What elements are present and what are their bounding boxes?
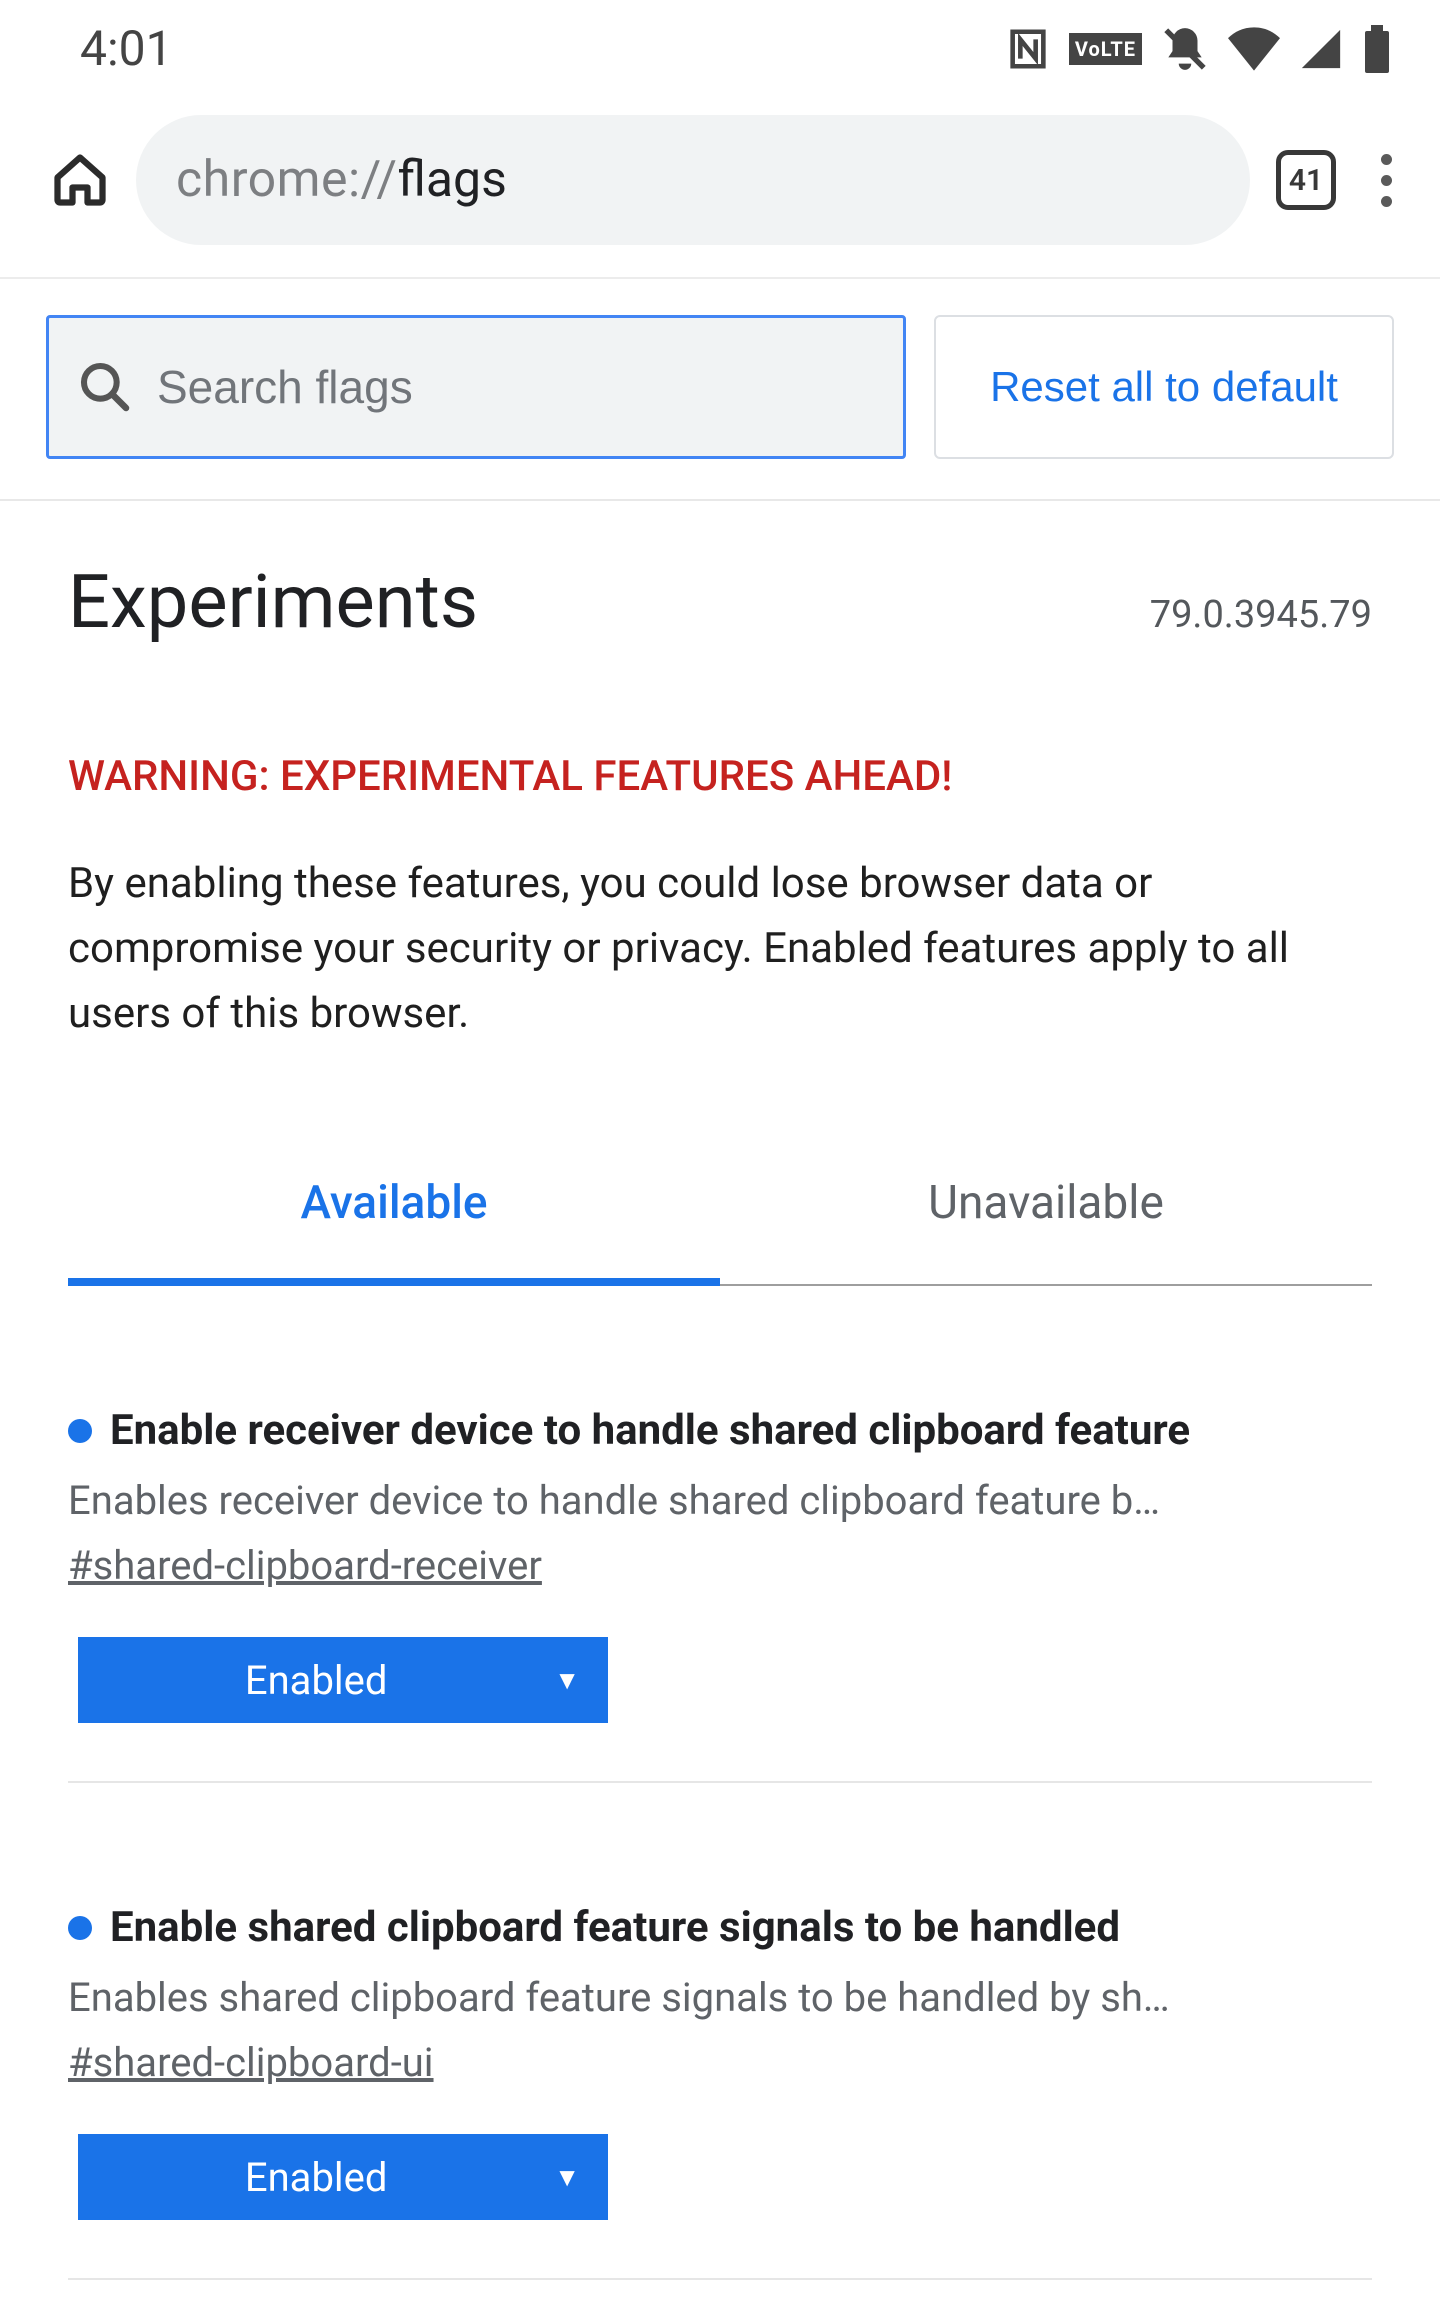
flag-description: Enables receiver device to handle shared…: [68, 1477, 1372, 1524]
tab-unavailable[interactable]: Unavailable: [720, 1176, 1372, 1284]
search-icon: [77, 359, 133, 415]
flags-content: Experiments 79.0.3945.79 WARNING: EXPERI…: [0, 501, 1440, 2299]
flag-state-select[interactable]: Enabled ▼: [78, 1637, 608, 1723]
chrome-version: 79.0.3945.79: [1150, 593, 1372, 637]
chevron-down-icon: ▼: [554, 2162, 580, 2193]
modified-dot-icon: [68, 1419, 92, 1443]
wifi-icon: [1228, 27, 1280, 71]
modified-dot-icon: [68, 1916, 92, 1940]
tab-available[interactable]: Available: [68, 1176, 720, 1286]
url-bar[interactable]: chrome://flags: [136, 115, 1250, 245]
volte-icon: VoLTE: [1069, 33, 1142, 65]
page-title: Experiments: [68, 559, 478, 646]
flag-state-label: Enabled: [78, 2154, 554, 2201]
android-status-bar: 4:01 VoLTE: [0, 0, 1440, 97]
flags-header: Reset all to default: [0, 279, 1440, 501]
reset-all-button[interactable]: Reset all to default: [934, 315, 1394, 459]
battery-icon: [1362, 25, 1392, 73]
dnd-icon: [1160, 24, 1210, 74]
search-flags-field[interactable]: [46, 315, 906, 459]
tab-bar: Available Unavailable: [68, 1176, 1372, 1286]
flag-hash-link[interactable]: #shared-clipboard-receiver: [68, 1542, 542, 1589]
url-scheme: chrome://: [176, 151, 397, 209]
url-path: flags: [397, 151, 506, 209]
home-icon[interactable]: [50, 150, 110, 210]
flag-title: Enable receiver device to handle shared …: [110, 1406, 1190, 1455]
flag-hash-link[interactable]: #shared-clipboard-ui: [68, 2039, 434, 2086]
tab-switcher[interactable]: 41: [1276, 150, 1336, 210]
flag-item: Enable shared clipboard feature signals …: [68, 1851, 1372, 2280]
search-input[interactable]: [157, 360, 903, 414]
cell-signal-icon: [1298, 26, 1344, 72]
flag-title: Enable shared clipboard feature signals …: [110, 1903, 1120, 1952]
flag-state-label: Enabled: [78, 1657, 554, 1704]
chevron-down-icon: ▼: [554, 1665, 580, 1696]
overflow-menu-icon[interactable]: [1362, 154, 1410, 207]
warning-text: WARNING: EXPERIMENTAL FEATURES AHEAD!: [68, 752, 1372, 801]
flag-state-select[interactable]: Enabled ▼: [78, 2134, 608, 2220]
chrome-toolbar: chrome://flags 41: [0, 97, 1440, 279]
status-time: 4:01: [80, 20, 173, 77]
flag-item: Enable receiver device to handle shared …: [68, 1354, 1372, 1783]
warning-description: By enabling these features, you could lo…: [68, 851, 1372, 1046]
flag-description: Enables shared clipboard feature signals…: [68, 1974, 1372, 2021]
nfc-icon: [1005, 26, 1051, 72]
